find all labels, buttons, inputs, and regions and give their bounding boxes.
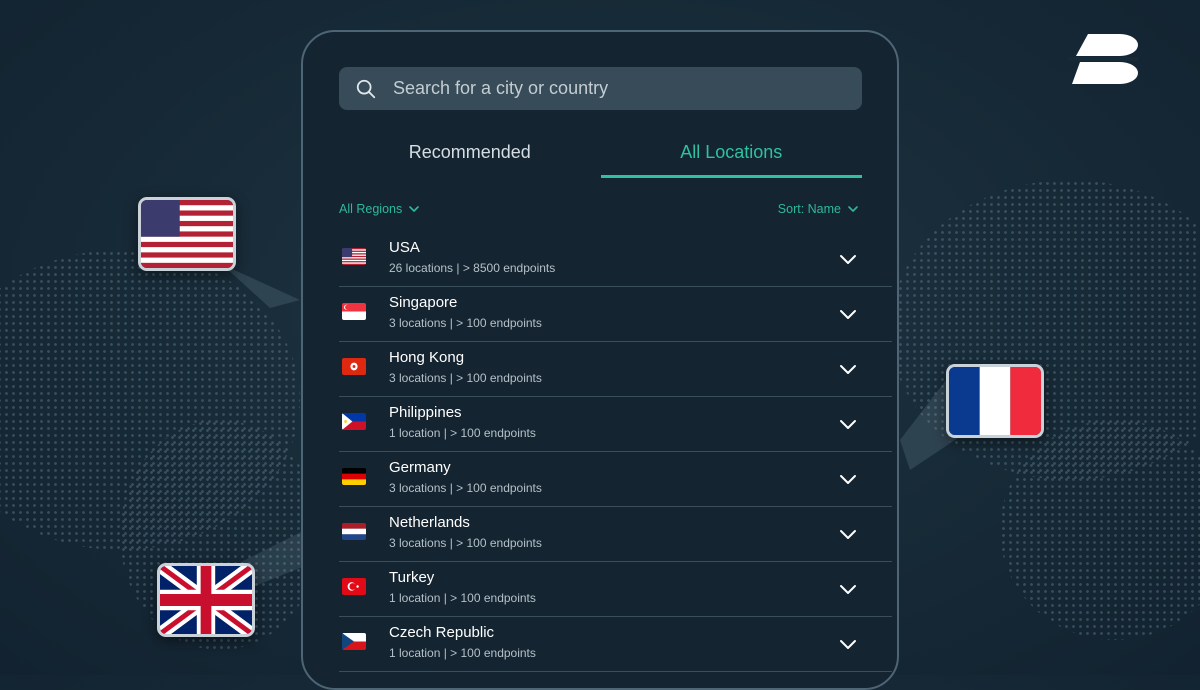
location-row-philippines[interactable]: Philippines 1 location | > 100 endpoints bbox=[339, 397, 892, 452]
location-row-netherlands[interactable]: Netherlands 3 locations | > 100 endpoint… bbox=[339, 507, 892, 562]
chevron-down-icon bbox=[409, 206, 420, 212]
nl-flag-icon bbox=[342, 523, 366, 540]
uk-flag-icon bbox=[160, 566, 252, 634]
uk-flag-card bbox=[157, 563, 255, 637]
chevron-down-icon[interactable] bbox=[837, 523, 859, 545]
region-filter-label: All Regions bbox=[339, 202, 403, 216]
location-row-czech-republic[interactable]: Czech Republic 1 location | > 100 endpoi… bbox=[339, 617, 892, 672]
search-input[interactable] bbox=[391, 77, 862, 100]
chevron-down-icon[interactable] bbox=[837, 358, 859, 380]
search-icon bbox=[356, 79, 376, 98]
chevron-down-icon[interactable] bbox=[837, 413, 859, 435]
location-details: 3 locations | > 100 endpoints bbox=[389, 536, 542, 550]
location-row-hong-kong[interactable]: Hong Kong 3 locations | > 100 endpoints bbox=[339, 342, 892, 397]
location-tabs: Recommended All Locations bbox=[339, 130, 862, 178]
location-row-germany[interactable]: Germany 3 locations | > 100 endpoints bbox=[339, 452, 892, 507]
location-picker-panel: Recommended All Locations All Regions So… bbox=[301, 30, 899, 690]
us-flag-icon bbox=[141, 200, 233, 268]
region-filter-dropdown[interactable]: All Regions bbox=[339, 202, 420, 216]
location-name: USA bbox=[389, 239, 420, 256]
filter-bar: All Regions Sort: Name bbox=[339, 202, 862, 222]
tr-flag-icon bbox=[342, 578, 366, 595]
us-flag-icon bbox=[342, 248, 366, 265]
sort-dropdown[interactable]: Sort: Name bbox=[778, 202, 859, 216]
sort-label: Sort: Name bbox=[777, 202, 841, 216]
de-flag-icon bbox=[342, 468, 366, 485]
chevron-down-icon[interactable] bbox=[837, 468, 859, 490]
location-row-turkey[interactable]: Turkey 1 location | > 100 endpoints bbox=[339, 562, 892, 617]
location-details: 1 location | > 100 endpoints bbox=[389, 426, 536, 440]
location-details: 26 locations | > 8500 endpoints bbox=[389, 261, 556, 275]
world-map-dots bbox=[890, 180, 1200, 480]
location-row-singapore[interactable]: Singapore 3 locations | > 100 endpoints bbox=[339, 287, 892, 342]
hk-flag-icon bbox=[342, 358, 366, 375]
search-bar[interactable] bbox=[339, 67, 862, 110]
us-flag-card bbox=[138, 197, 236, 271]
chevron-down-icon[interactable] bbox=[837, 578, 859, 600]
location-list: USA 26 locations | > 8500 endpoints Sing… bbox=[339, 232, 892, 672]
world-map-dots bbox=[0, 250, 300, 550]
chevron-down-icon bbox=[848, 206, 858, 212]
chevron-down-icon[interactable] bbox=[837, 303, 859, 325]
location-details: 3 locations | > 100 endpoints bbox=[389, 371, 542, 385]
location-name: Germany bbox=[389, 459, 451, 476]
world-map-dots bbox=[1000, 420, 1200, 640]
location-name: Singapore bbox=[389, 294, 458, 311]
fr-flag-icon bbox=[949, 367, 1041, 435]
location-row-usa[interactable]: USA 26 locations | > 8500 endpoints bbox=[339, 232, 892, 287]
chevron-down-icon[interactable] bbox=[837, 248, 859, 270]
location-name: Turkey bbox=[389, 569, 435, 586]
ph-flag-icon bbox=[342, 413, 366, 430]
location-name: Czech Republic bbox=[389, 624, 495, 641]
chevron-down-icon[interactable] bbox=[837, 633, 859, 655]
location-name: Hong Kong bbox=[389, 349, 465, 366]
location-details: 1 location | > 100 endpoints bbox=[389, 646, 536, 660]
location-name: Netherlands bbox=[389, 514, 470, 531]
tab-all-locations[interactable]: All Locations bbox=[600, 130, 862, 178]
location-details: 3 locations | > 100 endpoints bbox=[389, 316, 542, 330]
location-details: 3 locations | > 100 endpoints bbox=[389, 481, 542, 495]
tab-recommended[interactable]: Recommended bbox=[339, 130, 601, 178]
sg-flag-icon bbox=[342, 303, 366, 320]
cz-flag-icon bbox=[342, 633, 366, 650]
location-name: Philippines bbox=[389, 404, 462, 421]
fr-flag-card bbox=[946, 364, 1044, 438]
brand-logo bbox=[1068, 34, 1138, 84]
location-details: 1 location | > 100 endpoints bbox=[389, 591, 536, 605]
